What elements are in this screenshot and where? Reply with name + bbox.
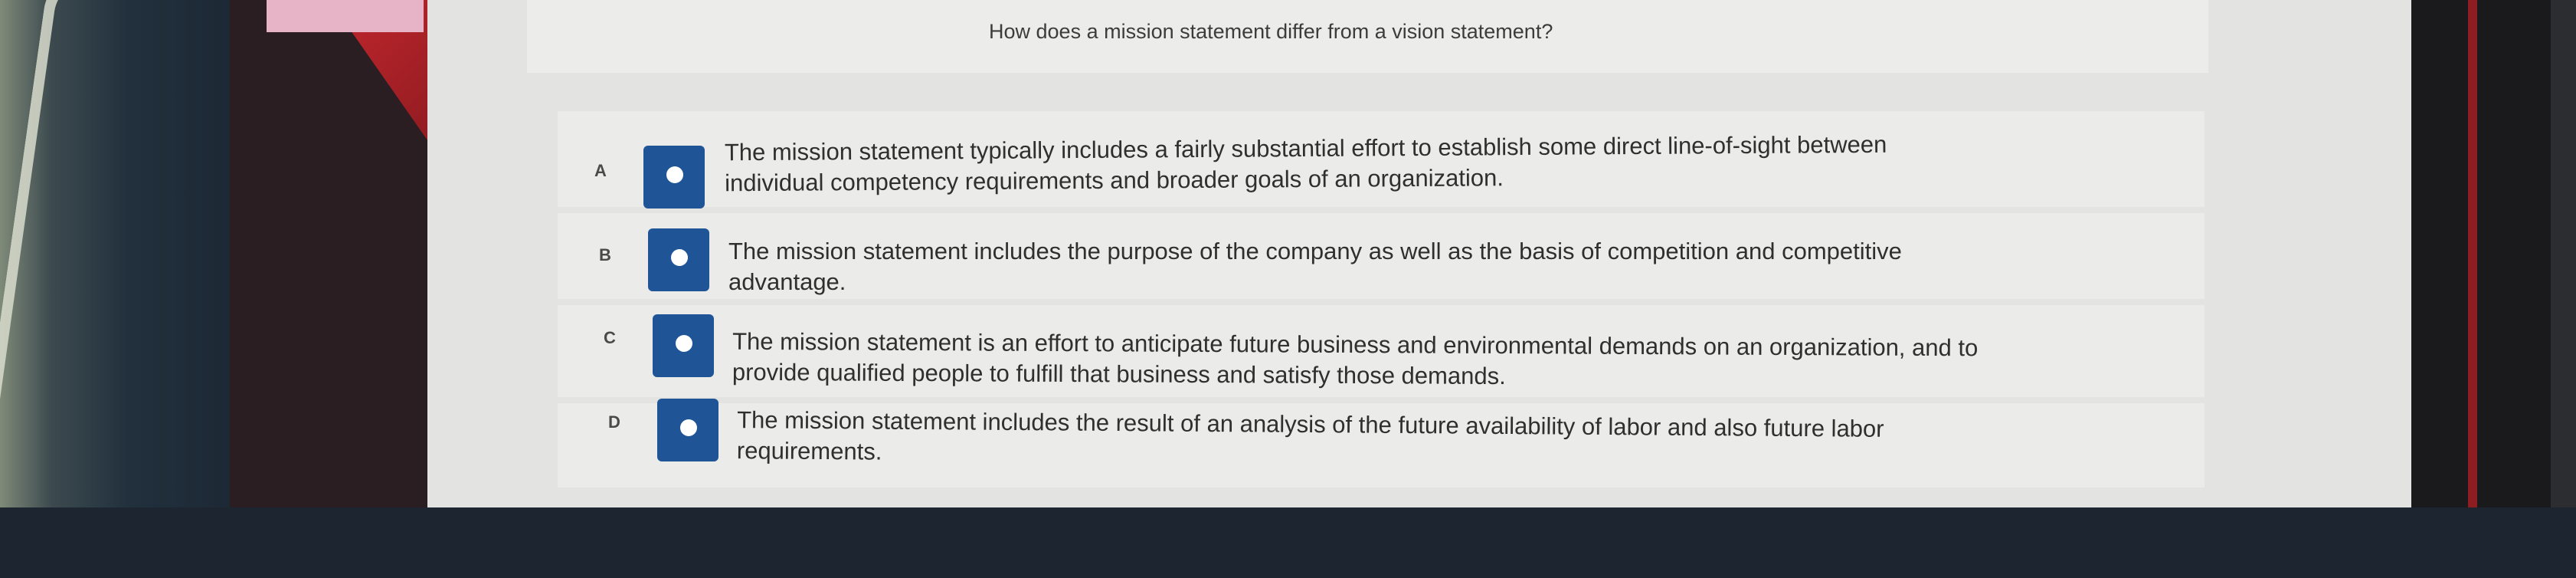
option-text: The mission statement is an effort to an… xyxy=(732,327,1979,395)
radio-button[interactable] xyxy=(648,228,709,291)
dark-edge xyxy=(2551,0,2576,507)
option-letter: D xyxy=(608,412,620,432)
option-letter: B xyxy=(599,245,611,264)
pink-tab xyxy=(267,0,424,32)
quiz-page: How does a mission statement differ from… xyxy=(427,0,2413,507)
option-text: The mission statement typically includes… xyxy=(725,130,1887,199)
option-text: The mission statement includes the resul… xyxy=(737,405,1884,475)
option-text-line: The mission statement includes the purpo… xyxy=(728,238,1902,264)
option-text-line: advantage. xyxy=(728,268,846,295)
red-strip xyxy=(2468,0,2477,507)
option-letter: A xyxy=(594,161,607,180)
option-letter: C xyxy=(604,328,616,347)
option-text: The mission statement includes the purpo… xyxy=(728,236,1902,297)
question-text: How does a mission statement differ from… xyxy=(989,20,1553,43)
radio-button[interactable] xyxy=(657,399,718,461)
radio-button[interactable] xyxy=(653,314,714,377)
option-text-line: provide qualified people to fulfill that… xyxy=(732,358,1506,390)
radio-button[interactable] xyxy=(643,146,705,209)
